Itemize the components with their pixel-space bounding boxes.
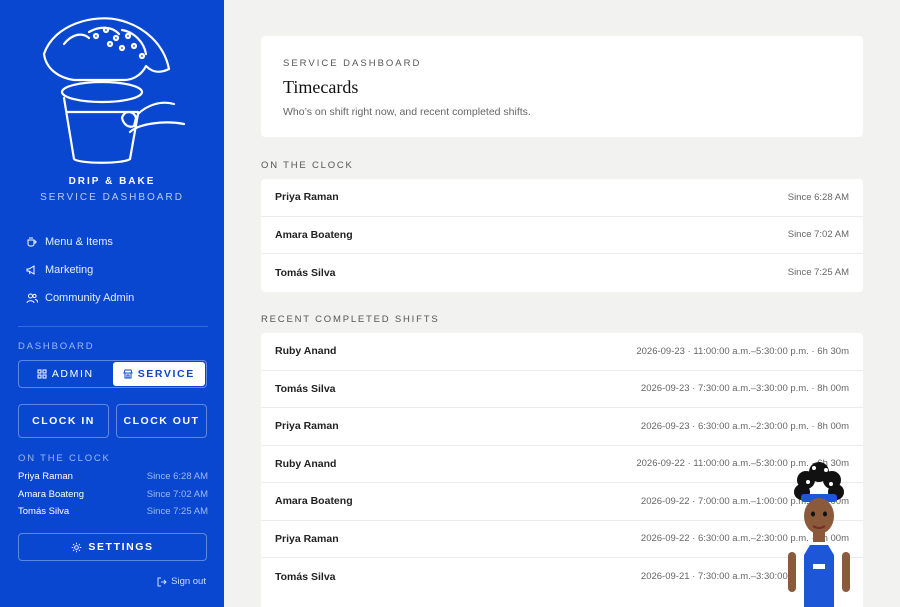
shift-details: 2026-09-23 · 11:00:00 a.m.–5:30:00 p.m. … [636,345,849,357]
coffee-croissant-logo-icon [42,17,186,164]
toggle-service-label: SERVICE [137,368,195,380]
coffee-cup-icon [27,237,37,247]
sign-out-icon [157,577,167,586]
since-time: Since 7:02 AM [787,229,849,241]
users-icon [26,293,38,304]
sidebar-nav: Menu & Items Marketing Community Admin [26,228,134,312]
settings-button[interactable]: SETTINGS [18,533,207,561]
since-time: Since 6:28 AM [146,471,208,482]
table-row: Amara Boateng Since 7:02 AM [261,217,863,254]
table-row: Tomás Silva 2026-09-23 · 7:30:00 a.m.–3:… [261,371,863,408]
employee-name: Tomás Silva [275,570,336,583]
list-item: Priya Raman Since 6:28 AM [18,471,208,489]
sign-out-label: Sign out [171,576,206,587]
since-time: Since 7:25 AM [787,267,849,279]
employee-name: Tomás Silva [275,266,336,279]
employee-name: Tomás Silva [18,506,70,517]
sidebar-item-label: Marketing [45,264,94,276]
shift-details: 2026-09-23 · 7:30:00 a.m.–3:30:00 p.m. ·… [640,383,849,395]
employee-name: Ruby Anand [275,457,337,470]
table-row: Priya Raman 2026-09-23 · 6:30:00 a.m.–2:… [261,408,863,446]
megaphone-icon [26,265,35,275]
on-clock-list: Priya Raman Since 6:28 AM Amara Boateng … [261,179,863,292]
page-subtitle: Who’s on shift right now, and recent com… [283,106,531,118]
page-header-card: SERVICE DASHBOARD Timecards Who’s on shi… [261,36,863,137]
employee-name: Amara Boateng [275,228,353,241]
sidebar: DRIP & BAKE SERVICE DASHBOARD Menu & Ite… [0,0,224,607]
sidebar-item-menu-items[interactable]: Menu & Items [26,228,134,256]
sidebar-item-community-admin[interactable]: Community Admin [26,284,134,312]
dashboard-toggle: ADMIN SERVICE [18,360,207,388]
toggle-admin-label: ADMIN [51,368,94,380]
gear-icon [72,542,82,552]
brand-name: DRIP & BAKE [68,176,156,187]
header-eyebrow: SERVICE DASHBOARD [283,58,422,69]
sidebar-item-label: Community Admin [45,292,135,304]
table-row: Ruby Anand 2026-09-22 · 11:00:00 a.m.–5:… [261,446,863,483]
toggle-service-button[interactable]: SERVICE [112,362,205,386]
employee-name: Priya Raman [275,420,339,433]
employee-name: Priya Raman [275,532,339,545]
recent-shifts-list: Ruby Anand 2026-09-23 · 11:00:00 a.m.–5:… [261,333,863,607]
list-item: Amara Boateng Since 7:02 AM [18,489,208,507]
recent-shifts-section-label: RECENT COMPLETED SHIFTS [261,314,440,325]
table-row: Tomás Silva Since 7:25 AM [261,254,863,292]
employee-name: Tomás Silva [275,382,336,395]
settings-label: SETTINGS [88,541,154,553]
sidebar-divider [18,326,208,327]
sign-out-link[interactable]: Sign out [157,576,206,587]
table-row: Tomás Silva 2026-09-21 · 7:30:00 a.m.–3:… [261,558,863,596]
brand-subtitle: SERVICE DASHBOARD [40,192,184,203]
shift-details: 2026-09-23 · 6:30:00 a.m.–2:30:00 p.m. ·… [640,420,849,432]
employee-name: Ruby Anand [275,345,337,358]
employee-name: Priya Raman [275,191,339,204]
toggle-admin-button[interactable]: ADMIN [19,361,112,387]
dashboard-section-label: DASHBOARD [18,341,95,352]
since-time: Since 7:25 AM [146,506,208,517]
barista-mascot-icon [788,462,850,607]
employee-name: Amara Boateng [275,495,353,508]
on-clock-section-label: ON THE CLOCK [261,160,354,171]
since-time: Since 6:28 AM [787,191,849,203]
table-row: Ruby Anand 2026-09-23 · 11:00:00 a.m.–5:… [261,333,863,371]
table-row: Amara Boateng 2026-09-22 · 7:00:00 a.m.–… [261,483,863,521]
table-row: Priya Raman Since 6:28 AM [261,179,863,217]
list-item: Tomás Silva Since 7:25 AM [18,506,208,524]
sidebar-on-clock-list: Priya Raman Since 6:28 AM Amara Boateng … [18,471,208,524]
clock-in-button[interactable]: CLOCK IN [18,404,109,438]
page-title: Timecards [283,77,359,97]
table-row: Priya Raman 2026-09-22 · 6:30:00 a.m.–2:… [261,521,863,558]
sidebar-item-marketing[interactable]: Marketing [26,256,134,284]
employee-name: Priya Raman [18,471,73,482]
grid-icon [37,369,47,379]
employee-name: Amara Boateng [18,488,85,500]
sidebar-on-clock-label: ON THE CLOCK [18,453,111,464]
since-time: Since 7:02 AM [146,488,208,500]
clock-out-button[interactable]: CLOCK OUT [116,404,207,438]
sidebar-item-label: Menu & Items [45,236,113,248]
storefront-icon [122,369,133,379]
